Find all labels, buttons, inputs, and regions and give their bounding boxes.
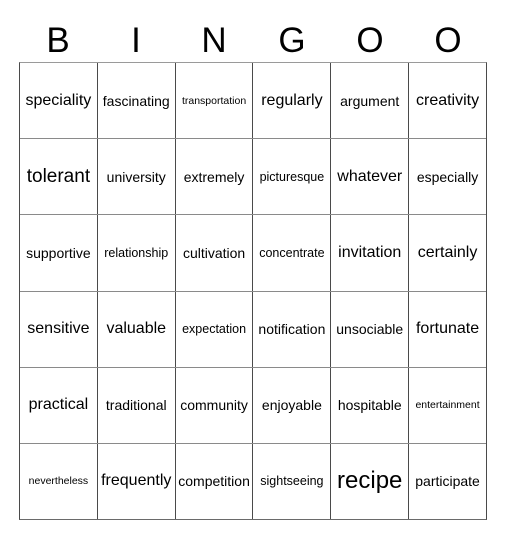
bingo-cell[interactable]: hospitable xyxy=(330,367,408,443)
bingo-cell[interactable]: relationship xyxy=(96,215,175,291)
bingo-card: B I N G O O speciality fascinating trans… xyxy=(0,0,506,544)
header-letter-5: O xyxy=(356,20,384,60)
bingo-cell[interactable]: extremely xyxy=(174,139,253,215)
bingo-row: practical traditional community enjoyabl… xyxy=(20,366,486,443)
header-letter-4: G xyxy=(278,20,306,60)
bingo-cell[interactable]: fortunate xyxy=(408,291,486,367)
bingo-cell[interactable]: expectation xyxy=(174,291,253,367)
bingo-row: speciality fascinating transportation re… xyxy=(20,63,486,139)
header-letter-3: N xyxy=(201,20,227,60)
bingo-cell[interactable]: sightseeing xyxy=(252,443,330,520)
bingo-cell[interactable]: practical xyxy=(20,368,97,443)
bingo-cell[interactable]: sensitive xyxy=(20,292,97,367)
bingo-row: supportive relationship cultivation conc… xyxy=(20,214,486,291)
header-letter-1: B xyxy=(46,20,70,60)
bingo-cell[interactable]: university xyxy=(96,139,175,215)
bingo-cell[interactable]: picturesque xyxy=(252,139,330,215)
bingo-header: B I N G O O xyxy=(19,18,487,62)
bingo-cell[interactable]: frequently xyxy=(96,443,175,520)
bingo-cell[interactable]: tolerant xyxy=(20,139,97,214)
bingo-cell[interactable]: invitation xyxy=(330,215,408,291)
bingo-cell[interactable]: transportation xyxy=(174,63,253,139)
bingo-cell[interactable]: concentrate xyxy=(252,215,330,291)
bingo-row: nevertheless frequently competition sigh… xyxy=(20,442,486,520)
bingo-cell[interactable]: enjoyable xyxy=(252,367,330,443)
bingo-cell[interactable]: cultivation xyxy=(174,215,253,291)
bingo-grid: speciality fascinating transportation re… xyxy=(19,62,487,520)
bingo-cell[interactable]: speciality xyxy=(20,63,97,138)
bingo-cell[interactable]: creativity xyxy=(408,63,486,139)
bingo-cell[interactable]: fascinating xyxy=(96,63,175,139)
bingo-cell[interactable]: notification xyxy=(252,291,330,367)
bingo-cell[interactable]: competition xyxy=(174,443,253,520)
bingo-cell[interactable]: especially xyxy=(408,139,486,215)
bingo-cell[interactable]: supportive xyxy=(20,215,97,290)
bingo-cell[interactable]: argument xyxy=(330,63,408,139)
header-letter-2: I xyxy=(131,20,141,60)
bingo-cell[interactable]: nevertheless xyxy=(20,444,97,519)
bingo-cell[interactable]: whatever xyxy=(330,139,408,215)
bingo-cell[interactable]: participate xyxy=(408,443,486,520)
bingo-cell[interactable]: valuable xyxy=(96,291,175,367)
bingo-cell[interactable]: community xyxy=(174,367,253,443)
bingo-cell[interactable]: entertainment xyxy=(408,367,486,443)
header-letter-6: O xyxy=(434,20,462,60)
bingo-cell[interactable]: recipe xyxy=(330,443,408,520)
bingo-cell[interactable]: unsociable xyxy=(330,291,408,367)
bingo-cell[interactable]: traditional xyxy=(96,367,175,443)
bingo-row: tolerant university extremely picturesqu… xyxy=(20,138,486,215)
bingo-row: sensitive valuable expectation notificat… xyxy=(20,290,486,367)
bingo-cell[interactable]: regularly xyxy=(252,63,330,139)
bingo-cell[interactable]: certainly xyxy=(408,215,486,291)
